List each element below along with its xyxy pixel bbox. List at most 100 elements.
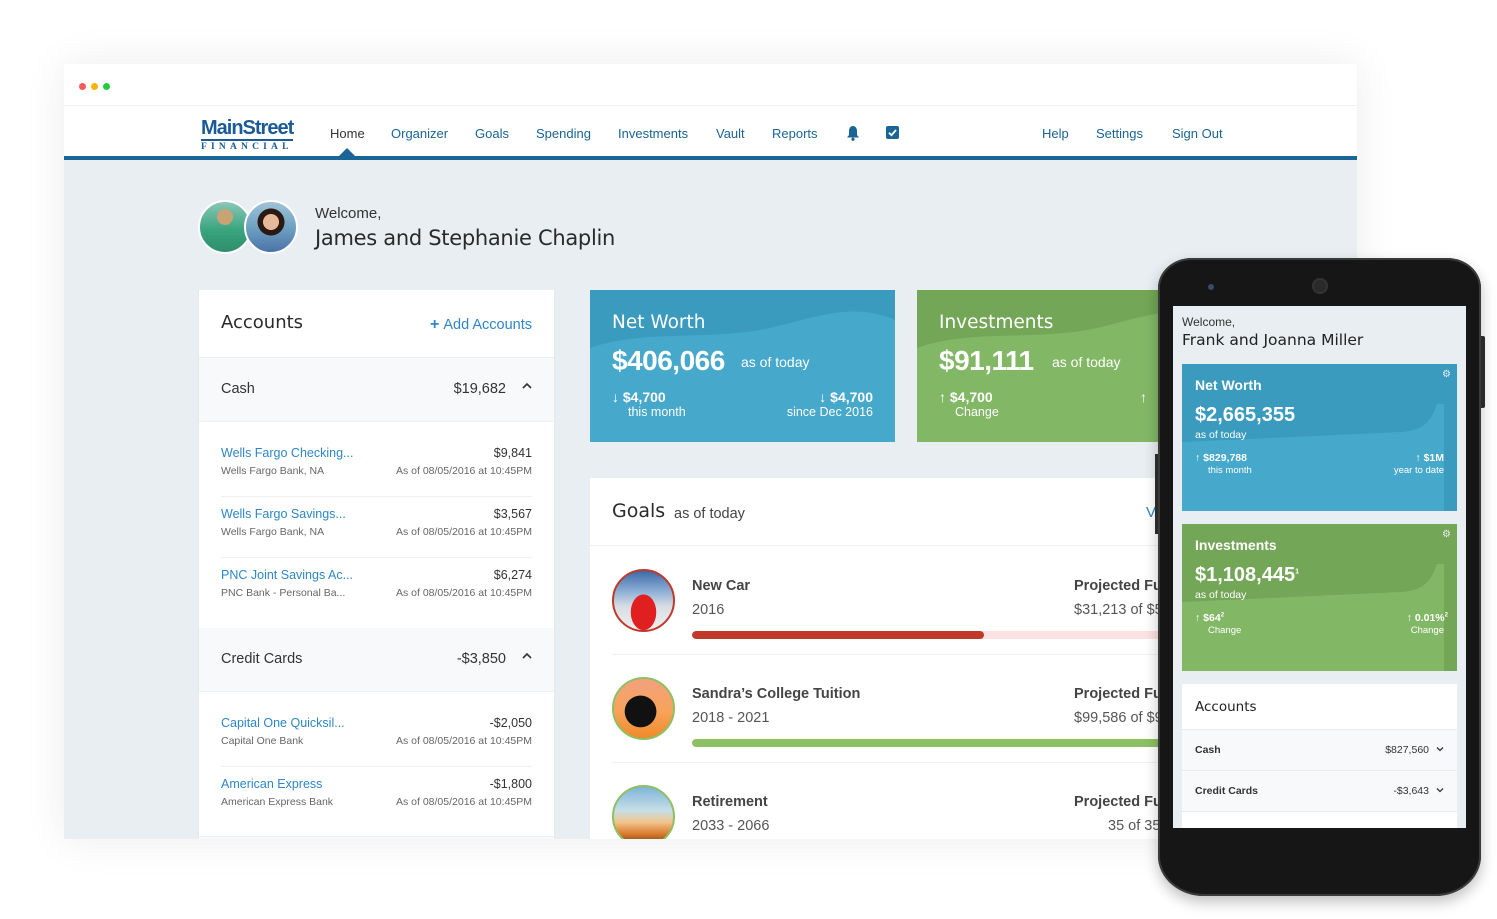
goal-progress-fill (692, 631, 984, 639)
mobile-monthly-change: ↑ $829,788 (1195, 452, 1247, 464)
goal-projected-value: $31,213 of $5 (1074, 602, 1163, 618)
mobile-welcome-name: Frank and Joanna Miller (1182, 331, 1364, 349)
goal-image-beach-chairs (612, 785, 675, 839)
account-name[interactable]: American Express (221, 777, 322, 791)
card-as-of: as of today (741, 354, 810, 370)
goal-projected-value: $99,586 of $9 (1074, 710, 1163, 726)
mobile-accounts-header: Accounts (1182, 684, 1457, 730)
account-institution: PNC Bank - Personal Ba... (221, 587, 346, 599)
welcome-user-name: James and Stephanie Chaplin (315, 226, 616, 250)
account-institution: Wells Fargo Bank, NA (221, 526, 325, 538)
goal-projected-label: Projected Fu (1074, 578, 1162, 594)
account-group-credit-cards[interactable]: Credit Cards -$3,850 (199, 628, 554, 692)
goal-years: 2016 (692, 602, 725, 618)
add-accounts-button[interactable]: + Add Accounts (430, 316, 532, 334)
monthly-change-label: this month (628, 405, 686, 419)
nav-organizer[interactable]: Organizer (391, 126, 448, 141)
nav-investments[interactable]: Investments (618, 126, 688, 141)
logo-wordmark: MainStreet (201, 117, 294, 141)
investments-change-label: Change (955, 405, 999, 419)
chevron-down-icon[interactable] (1436, 786, 1444, 794)
account-row[interactable]: Wells Fargo Checking... Wells Fargo Bank… (221, 436, 532, 497)
mobile-investments-card[interactable]: ⚙ Investments $1,108,4451 as of today ↑ … (1182, 524, 1457, 671)
mobile-phone-mockup: Welcome, Frank and Joanna Miller ⚙ Net W… (1155, 258, 1485, 896)
since-change-label: since Dec 2016 (786, 405, 873, 419)
mobile-screen: Welcome, Frank and Joanna Miller ⚙ Net W… (1173, 306, 1466, 828)
browser-titlebar (64, 64, 1357, 106)
goal-item[interactable]: Sandra’s College Tuition 2018 - 2021 Pro… (612, 655, 1232, 763)
net-worth-card[interactable]: Net Worth $406,066 as of today ↓ $4,700 … (590, 290, 895, 442)
logo-subtitle: FINANCIAL (201, 142, 293, 152)
nav-settings[interactable]: Settings (1096, 126, 1143, 141)
account-balance: $9,841 (493, 446, 532, 460)
account-row[interactable]: American Express American Express Bank -… (221, 767, 532, 828)
close-window-button[interactable] (79, 83, 86, 90)
add-accounts-label: Add Accounts (443, 317, 532, 333)
account-group-cash[interactable]: Cash $19,682 (199, 358, 554, 422)
nav-goals[interactable]: Goals (475, 126, 509, 141)
nav-vault[interactable]: Vault (716, 126, 745, 141)
bell-icon[interactable] (846, 125, 860, 141)
account-name[interactable]: PNC Joint Savings Ac... (221, 568, 353, 582)
account-row[interactable]: Capital One Quicksil... Capital One Bank… (221, 706, 532, 767)
goal-years: 2018 - 2021 (692, 710, 770, 726)
chevron-up-icon[interactable] (522, 381, 532, 391)
mobile-accounts-panel: Accounts Cash $827,560 Credit Cards -$3,… (1182, 684, 1457, 828)
card-title: Net Worth (612, 312, 706, 333)
monthly-change: ↓ $4,700 (612, 389, 666, 405)
nav-home[interactable]: Home (330, 126, 365, 141)
account-balance: -$2,050 (489, 716, 532, 730)
minimize-window-button[interactable] (91, 83, 98, 90)
phone-camera (1208, 284, 1214, 290)
group-total: -$3,643 (1393, 785, 1429, 797)
mobile-investments-change: ↑ $642 (1195, 612, 1225, 624)
goals-title: Goals (612, 500, 666, 522)
nav-help[interactable]: Help (1042, 126, 1069, 141)
arrow-down-icon: ↓ (612, 389, 623, 405)
mobile-net-worth-card[interactable]: ⚙ Net Worth $2,665,355 as of today ↑ $82… (1182, 364, 1457, 511)
investments-value: $91,111 (939, 345, 1034, 376)
goal-progress-bar (692, 631, 1232, 639)
group-name: Cash (1195, 744, 1221, 756)
maximize-window-button[interactable] (103, 83, 110, 90)
account-updated: As of 08/05/2016 at 10:45PM (395, 587, 532, 599)
account-updated: As of 08/05/2016 at 10:45PM (395, 796, 532, 808)
chevron-up-icon[interactable] (522, 651, 532, 661)
mobile-investments-pct-change-label: Change (1410, 625, 1444, 636)
mobile-account-group-cash[interactable]: Cash $827,560 (1182, 730, 1457, 771)
account-updated: As of 08/05/2016 at 10:45PM (395, 735, 532, 747)
mainstreet-logo[interactable]: MainStreet FINANCIAL (201, 117, 294, 153)
nav-spending[interactable]: Spending (536, 126, 591, 141)
arrow-down-icon: ↓ (819, 389, 831, 405)
nav-sign-out[interactable]: Sign Out (1172, 126, 1223, 141)
goal-item[interactable]: New Car 2016 Projected Fu $31,213 of $5 (612, 547, 1232, 655)
group-name: Credit Cards (221, 651, 303, 667)
chevron-down-icon[interactable] (1436, 745, 1444, 753)
phone-power-button (1481, 336, 1485, 408)
mobile-account-group-credit-cards[interactable]: Credit Cards -$3,643 (1182, 771, 1457, 812)
mobile-net-worth-value: $2,665,355 (1195, 404, 1296, 426)
card-as-of: as of today (1052, 354, 1121, 370)
cash-account-list: Wells Fargo Checking... Wells Fargo Bank… (199, 422, 554, 619)
tasks-checkbox-icon[interactable] (886, 126, 899, 139)
nav-reports[interactable]: Reports (772, 126, 818, 141)
account-institution: Capital One Bank (221, 735, 304, 747)
gear-icon[interactable]: ⚙ (1442, 529, 1451, 540)
account-name[interactable]: Wells Fargo Checking... (221, 446, 353, 460)
goal-item[interactable]: Retirement 2033 - 2066 Projected Fu 35 o… (612, 763, 1212, 839)
account-balance: $6,274 (493, 568, 532, 582)
account-group-next (199, 836, 554, 839)
account-name[interactable]: Wells Fargo Savings... (221, 507, 346, 521)
account-balance: -$1,800 (489, 777, 532, 791)
goals-panel: Goals as of today Vi New Car 2016 Projec… (590, 478, 1232, 839)
group-total: -$3,850 (456, 651, 506, 667)
goal-years: 2033 - 2066 (692, 818, 770, 834)
account-name[interactable]: Capital One Quicksil... (221, 716, 345, 730)
account-row[interactable]: Wells Fargo Savings... Wells Fargo Bank,… (221, 497, 532, 558)
arrow-up-icon: ↑ (1406, 612, 1415, 624)
group-total: $827,560 (1385, 744, 1429, 756)
goal-name: Sandra’s College Tuition (692, 686, 861, 702)
gear-icon[interactable]: ⚙ (1442, 369, 1451, 380)
account-row[interactable]: PNC Joint Savings Ac... PNC Bank - Perso… (221, 558, 532, 619)
goal-name: Retirement (692, 794, 768, 810)
